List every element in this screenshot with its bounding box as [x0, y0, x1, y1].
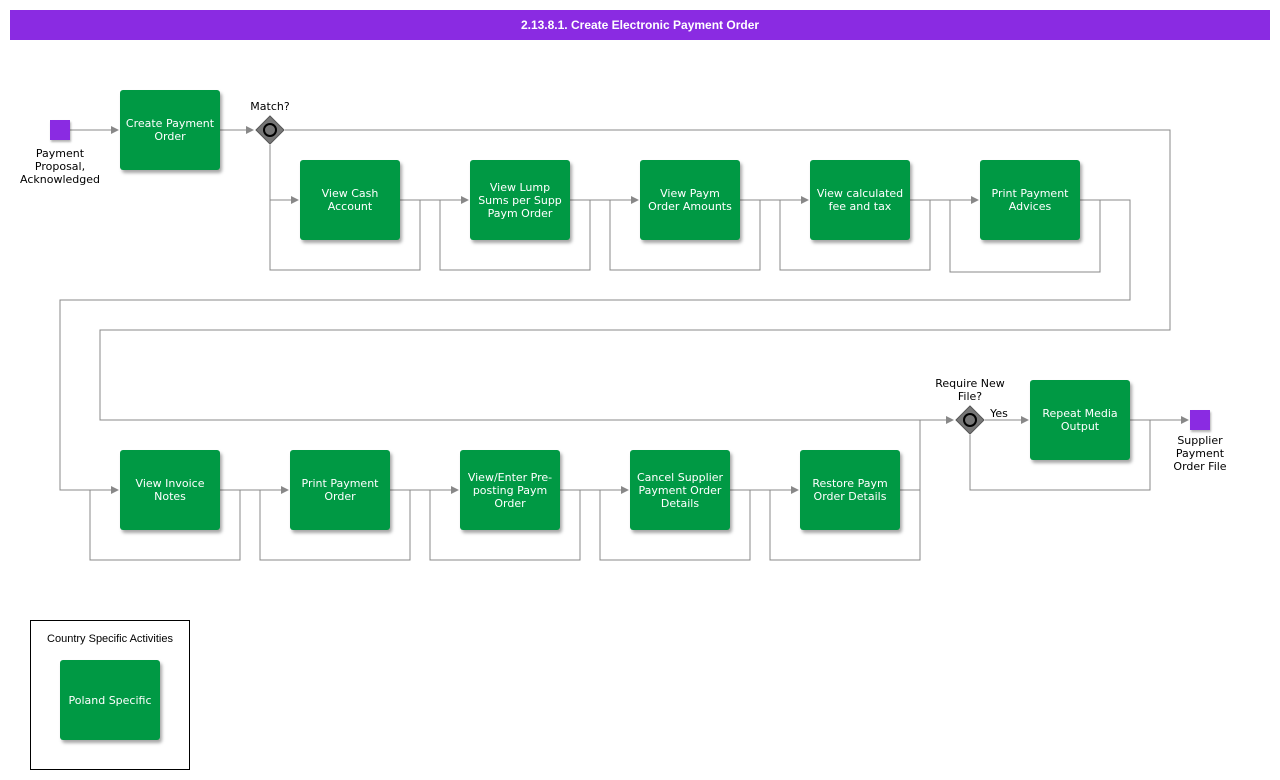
flow-match-down — [269, 145, 299, 204]
gateway-yes-label: Yes — [990, 407, 1008, 420]
gateway-new-file[interactable] — [955, 405, 985, 435]
gateway-match[interactable] — [255, 115, 285, 145]
gateway-new-file-label: Require New File? — [935, 377, 1005, 403]
activity-restore-paym-order-details[interactable]: Restore Paym Order Details — [800, 450, 900, 530]
activity-view-lump-sums[interactable]: View Lump Sums per Supp Paym Order — [470, 160, 570, 240]
gateway-match-label: Match? — [250, 100, 290, 113]
start-event-label: Payment Proposal, Acknowledged — [20, 147, 100, 186]
activity-print-payment-advices[interactable]: Print Payment Advices — [980, 160, 1080, 240]
activity-repeat-media-output[interactable]: Repeat Media Output — [1030, 380, 1130, 460]
activity-view-calculated-fee[interactable]: View calculated fee and tax — [810, 160, 910, 240]
activity-view-enter-preposting[interactable]: View/Enter Pre-posting Paym Order — [460, 450, 560, 530]
activity-view-paym-order-amounts[interactable]: View Paym Order Amounts — [640, 160, 740, 240]
activity-create-payment-order[interactable]: Create Payment Order — [120, 90, 220, 170]
legend-item-poland-specific[interactable]: Poland Specific — [60, 660, 160, 740]
start-event[interactable] — [50, 120, 70, 140]
activity-cancel-supplier-payment-order[interactable]: Cancel Supplier Payment Order Details — [630, 450, 730, 530]
activity-print-payment-order[interactable]: Print Payment Order — [290, 450, 390, 530]
flow-restore-to-gateway — [900, 420, 921, 491]
end-event-label: Supplier Payment Order File — [1173, 434, 1227, 473]
activity-view-invoice-notes[interactable]: View Invoice Notes — [120, 450, 220, 530]
end-event[interactable] — [1190, 410, 1210, 430]
legend-title: Country Specific Activities — [47, 633, 173, 645]
activity-view-cash-account[interactable]: View Cash Account — [300, 160, 400, 240]
